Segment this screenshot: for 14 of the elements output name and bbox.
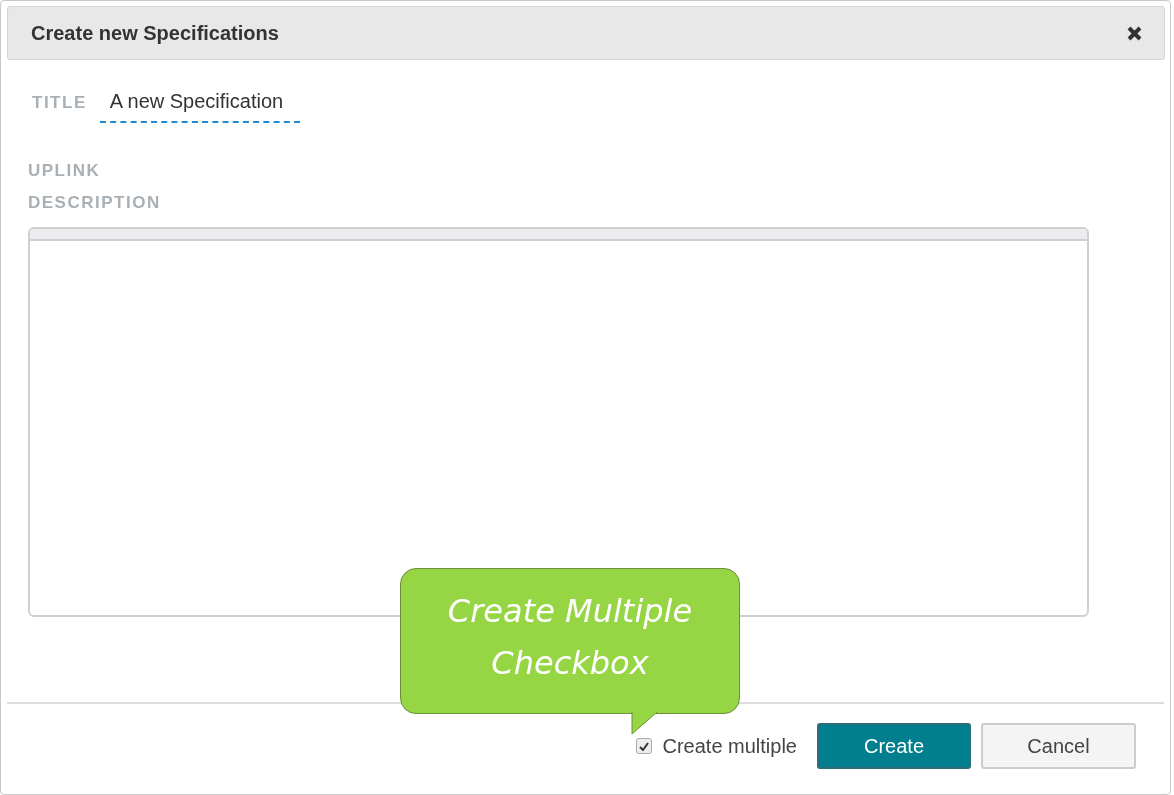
dialog-title: Create new Specifications: [31, 21, 279, 45]
close-button[interactable]: [1127, 25, 1142, 41]
create-button[interactable]: Create: [817, 723, 971, 769]
field-label: TITLE: [31, 92, 87, 113]
callout-text: Create Multiple: [447, 591, 693, 633]
field-label: UPLINK: [28, 161, 101, 181]
title-input[interactable]: A new Specification: [99, 90, 300, 123]
cancel-button[interactable]: Cancel: [981, 723, 1136, 769]
check-icon: [639, 741, 650, 751]
checkbox[interactable]: [636, 738, 653, 754]
field-label: DESCRIPTION: [28, 193, 161, 213]
callout-text: Checkbox: [491, 643, 649, 684]
checkbox-label[interactable]: Create multiple: [662, 734, 797, 758]
close-icon: [1127, 25, 1142, 41]
